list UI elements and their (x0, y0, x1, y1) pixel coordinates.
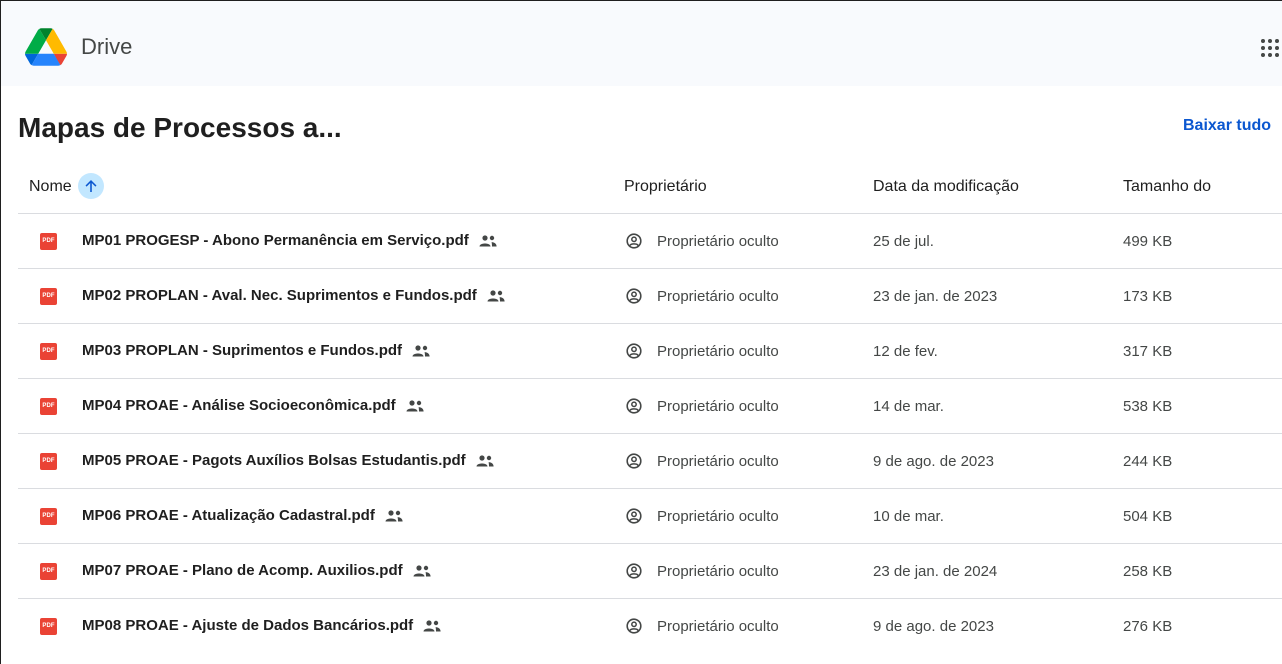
app-name: Drive (81, 34, 133, 59)
file-size: 504 KB (1123, 508, 1173, 525)
file-owner: Proprietário oculto (657, 398, 779, 415)
file-size: 173 KB (1123, 288, 1173, 305)
file-modified: 23 de jan. de 2023 (873, 288, 998, 305)
file-name[interactable]: MP07 PROAE - Plano de Acomp. Auxilios.pd… (82, 562, 431, 579)
file-name[interactable]: MP04 PROAE - Análise Socioeconômica.pdf (82, 397, 424, 414)
column-header-modified[interactable]: Data da modificação (873, 178, 1019, 196)
pdf-icon: PDF (40, 288, 57, 305)
file-size: 276 KB (1123, 618, 1173, 635)
shared-people-icon (406, 399, 424, 411)
sort-direction-button[interactable] (78, 173, 104, 199)
folder-title: Mapas de Processos a... (18, 112, 342, 143)
file-owner: Proprietário oculto (657, 618, 779, 635)
file-modified: 14 de mar. (873, 398, 944, 415)
download-all-button[interactable]: Baixar tudo (1183, 117, 1271, 135)
file-row[interactable]: PDF MP03 PROPLAN - Suprimentos e Fundos.… (18, 324, 1282, 379)
file-name[interactable]: MP08 PROAE - Ajuste de Dados Bancários.p… (82, 617, 441, 634)
account-circle-icon (626, 343, 642, 359)
file-name[interactable]: MP01 PROGESP - Abono Permanência em Serv… (82, 232, 497, 249)
file-name[interactable]: MP06 PROAE - Atualização Cadastral.pdf (82, 507, 403, 524)
file-name[interactable]: MP02 PROPLAN - Aval. Nec. Suprimentos e … (82, 287, 505, 304)
file-row[interactable]: PDF MP07 PROAE - Plano de Acomp. Auxilio… (18, 544, 1282, 599)
file-owner: Proprietário oculto (657, 288, 779, 305)
file-row[interactable]: PDF MP08 PROAE - Ajuste de Dados Bancári… (18, 599, 1282, 654)
file-list: PDF MP01 PROGESP - Abono Permanência em … (18, 214, 1282, 654)
column-header-name[interactable]: Nome (29, 178, 72, 196)
pdf-icon: PDF (40, 343, 57, 360)
file-modified: 25 de jul. (873, 233, 934, 250)
drive-logo-icon[interactable] (25, 28, 67, 66)
pdf-icon: PDF (40, 233, 57, 250)
shared-people-icon (479, 234, 497, 246)
shared-people-icon (487, 289, 505, 301)
shared-people-icon (476, 454, 494, 466)
file-row[interactable]: PDF MP04 PROAE - Análise Socioeconômica.… (18, 379, 1282, 434)
column-header-size[interactable]: Tamanho do (1123, 178, 1211, 196)
account-circle-icon (626, 563, 642, 579)
top-bar: Drive (1, 1, 1282, 86)
file-modified: 9 de ago. de 2023 (873, 618, 994, 635)
file-owner: Proprietário oculto (657, 563, 779, 580)
file-owner: Proprietário oculto (657, 343, 779, 360)
file-modified: 10 de mar. (873, 508, 944, 525)
file-owner: Proprietário oculto (657, 508, 779, 525)
file-modified: 9 de ago. de 2023 (873, 453, 994, 470)
file-size: 244 KB (1123, 453, 1173, 470)
shared-people-icon (413, 564, 431, 576)
file-size: 258 KB (1123, 563, 1173, 580)
file-name[interactable]: MP03 PROPLAN - Suprimentos e Fundos.pdf (82, 342, 430, 359)
file-size: 317 KB (1123, 343, 1173, 360)
file-modified: 12 de fev. (873, 343, 938, 360)
arrow-up-icon (85, 180, 97, 192)
file-row[interactable]: PDF MP05 PROAE - Pagots Auxílios Bolsas … (18, 434, 1282, 489)
account-circle-icon (626, 453, 642, 469)
file-owner: Proprietário oculto (657, 233, 779, 250)
pdf-icon: PDF (40, 563, 57, 580)
file-modified: 23 de jan. de 2024 (873, 563, 998, 580)
file-row[interactable]: PDF MP06 PROAE - Atualização Cadastral.p… (18, 489, 1282, 544)
pdf-icon: PDF (40, 618, 57, 635)
shared-people-icon (412, 344, 430, 356)
shared-people-icon (385, 509, 403, 521)
file-owner: Proprietário oculto (657, 453, 779, 470)
column-header-owner[interactable]: Proprietário (624, 178, 707, 196)
pdf-icon: PDF (40, 453, 57, 470)
account-circle-icon (626, 508, 642, 524)
account-circle-icon (626, 618, 642, 634)
account-circle-icon (626, 398, 642, 414)
file-size: 538 KB (1123, 398, 1173, 415)
file-row[interactable]: PDF MP02 PROPLAN - Aval. Nec. Suprimento… (18, 269, 1282, 324)
pdf-icon: PDF (40, 398, 57, 415)
account-circle-icon (626, 288, 642, 304)
file-size: 499 KB (1123, 233, 1173, 250)
pdf-icon: PDF (40, 508, 57, 525)
apps-grid-icon[interactable] (1261, 39, 1281, 59)
file-name[interactable]: MP05 PROAE - Pagots Auxílios Bolsas Estu… (82, 452, 494, 469)
shared-people-icon (423, 619, 441, 631)
account-circle-icon (626, 233, 642, 249)
file-row[interactable]: PDF MP01 PROGESP - Abono Permanência em … (18, 214, 1282, 269)
